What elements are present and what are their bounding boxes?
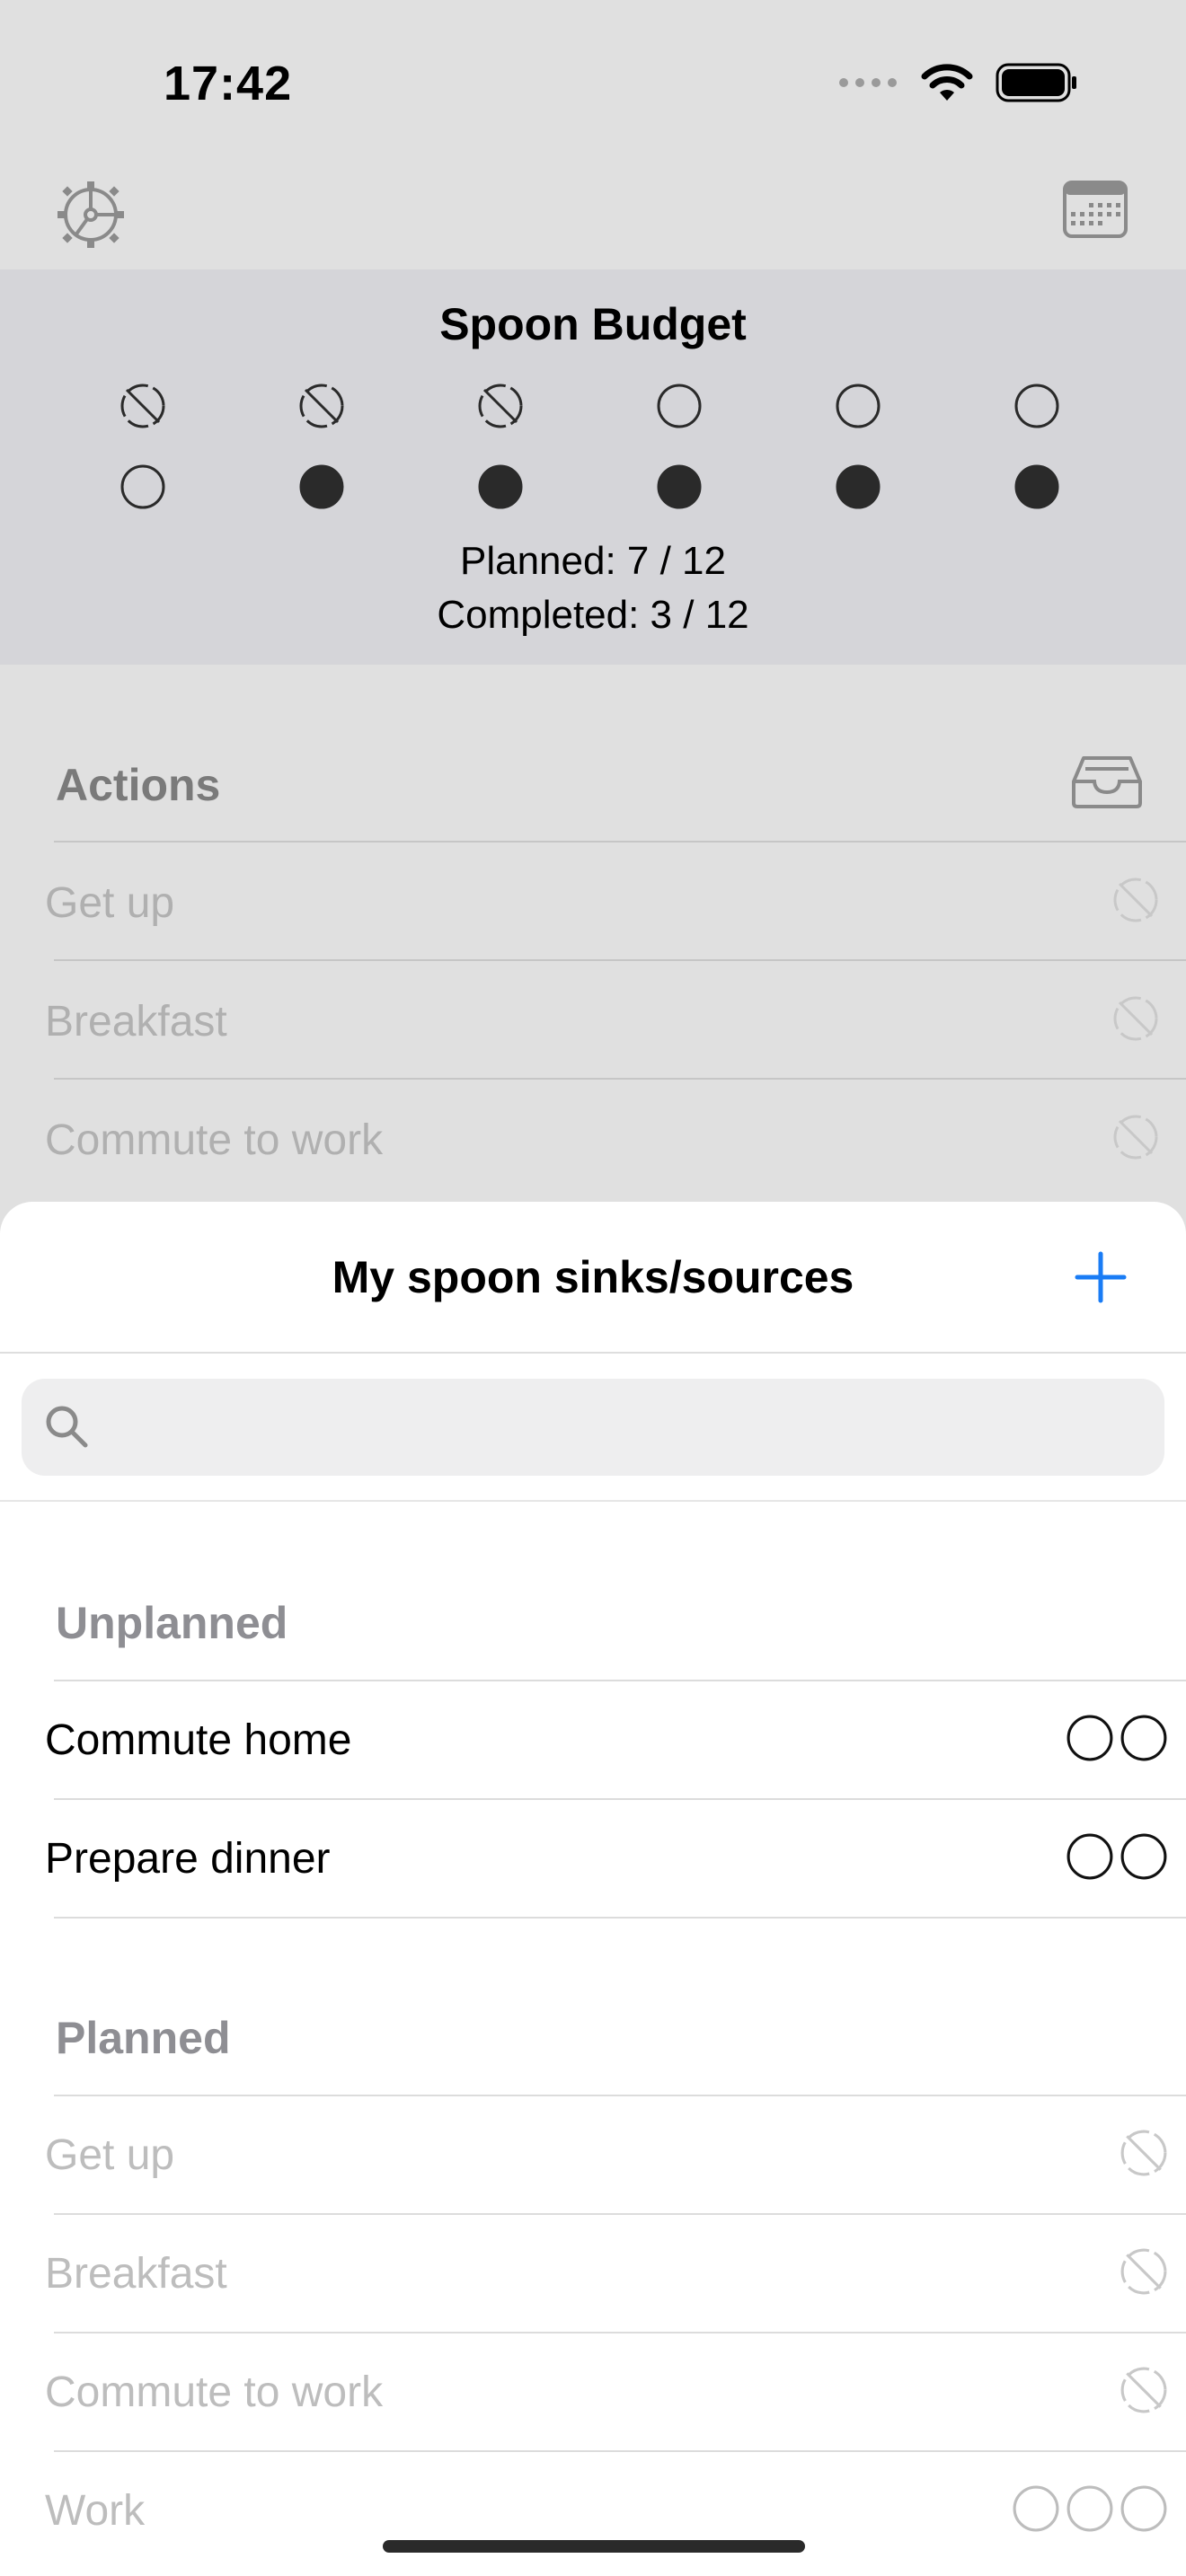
row-divider	[54, 841, 1186, 842]
spoon-cost	[1012, 2484, 1168, 2533]
action-label: Commute to work	[45, 1116, 384, 1164]
planned-header: Planned	[56, 2013, 231, 2063]
slashed-spoon-icon	[1120, 2248, 1167, 2295]
status-time: 17:42	[164, 57, 293, 110]
slashed-spoon-icon	[1120, 2366, 1168, 2414]
spoon-filled-icon	[656, 463, 703, 510]
budget-title: Spoon Budget	[439, 299, 747, 349]
action-label: Get up	[45, 879, 175, 927]
spoon-empty-icon	[1067, 1833, 1113, 1880]
row-divider	[54, 1917, 1186, 1919]
action-row[interactable]: Get up	[0, 841, 1186, 959]
spoon-filled-icon	[298, 463, 345, 510]
spoon-cost	[1066, 1832, 1168, 1881]
spoon-empty-icon	[1067, 1715, 1113, 1761]
completed-count: Completed: 3 / 12	[437, 593, 749, 637]
spoon-empty-icon	[119, 463, 166, 510]
sheet-divider	[0, 1352, 1186, 1354]
row-divider	[54, 2213, 1186, 2215]
item-label: Prepare dinner	[45, 1835, 331, 1883]
item-label: Commute home	[45, 1716, 352, 1764]
search-input[interactable]	[99, 1390, 1145, 1468]
signal-dots-icon	[839, 78, 897, 87]
slashed-spoon-icon	[1112, 877, 1159, 923]
unplanned-row[interactable]: Prepare dinner	[0, 1798, 1186, 1917]
planned-row[interactable]: Commute to work	[0, 2332, 1186, 2450]
search-icon	[43, 1403, 90, 1450]
planned-row[interactable]: Breakfast	[0, 2213, 1186, 2332]
slashed-spoon-icon	[1120, 2247, 1168, 2296]
search-divider	[0, 1500, 1186, 1502]
settings-button[interactable]	[56, 180, 126, 250]
status-icons	[837, 63, 1078, 102]
tray-icon	[1072, 756, 1142, 808]
slashed-spoon-icon	[1112, 995, 1159, 1042]
slashed-spoon-icon	[1120, 2130, 1167, 2176]
calendar-button[interactable]	[1062, 180, 1128, 239]
home-indicator	[383, 2540, 805, 2553]
wifi-icon	[921, 64, 973, 101]
spoon-empty-icon	[1013, 383, 1060, 429]
item-label: Breakfast	[45, 2250, 227, 2298]
planned-row[interactable]: Get up	[0, 2095, 1186, 2213]
gear-icon	[58, 181, 124, 248]
row-divider	[54, 1798, 1186, 1800]
add-button[interactable]	[1074, 1250, 1128, 1304]
item-label: Commute to work	[45, 2369, 384, 2416]
inbox-button[interactable]	[1071, 754, 1143, 810]
action-row[interactable]: Breakfast	[0, 959, 1186, 1078]
spoon-empty-icon	[1120, 2485, 1167, 2532]
spoon-filled-icon	[1013, 463, 1060, 510]
battery-icon	[996, 63, 1076, 102]
spoon-empty-icon	[656, 383, 703, 429]
sheet-title: My spoon sinks/sources	[332, 1252, 854, 1302]
action-row[interactable]: Commute to work	[0, 1078, 1186, 1196]
row-divider	[54, 2095, 1186, 2096]
slashed-spoon-icon	[1112, 1114, 1159, 1160]
slashed-spoon-icon	[1120, 2129, 1168, 2177]
spoon-slashed-icon	[477, 383, 524, 429]
spoon-empty-icon	[1067, 2485, 1113, 2532]
spoon-cost	[1066, 1714, 1168, 1762]
spoon-slashed-icon	[298, 383, 345, 429]
spoon-empty-icon	[1120, 1833, 1167, 1880]
slashed-spoon-icon	[1120, 2367, 1167, 2413]
spoon-filled-icon	[477, 463, 524, 510]
spoon-empty-icon	[835, 383, 881, 429]
row-divider	[54, 959, 1186, 961]
plus-icon	[1075, 1251, 1127, 1303]
spoon-empty-icon	[1013, 2485, 1059, 2532]
item-label: Work	[45, 2487, 146, 2535]
unplanned-header: Unplanned	[56, 1598, 288, 1648]
unplanned-row[interactable]: Commute home	[0, 1680, 1186, 1798]
spoon-empty-icon	[1120, 1715, 1167, 1761]
planned-count: Planned: 7 / 12	[459, 539, 726, 583]
action-label: Breakfast	[45, 998, 227, 1045]
row-divider	[54, 2450, 1186, 2452]
row-divider	[54, 1680, 1186, 1681]
spoon-slashed-icon	[119, 383, 166, 429]
calendar-icon	[1063, 181, 1128, 238]
actions-header: Actions	[56, 760, 221, 810]
item-label: Get up	[45, 2131, 175, 2179]
row-divider	[54, 2332, 1186, 2333]
spoon-filled-icon	[835, 463, 881, 510]
row-divider	[54, 1078, 1186, 1080]
